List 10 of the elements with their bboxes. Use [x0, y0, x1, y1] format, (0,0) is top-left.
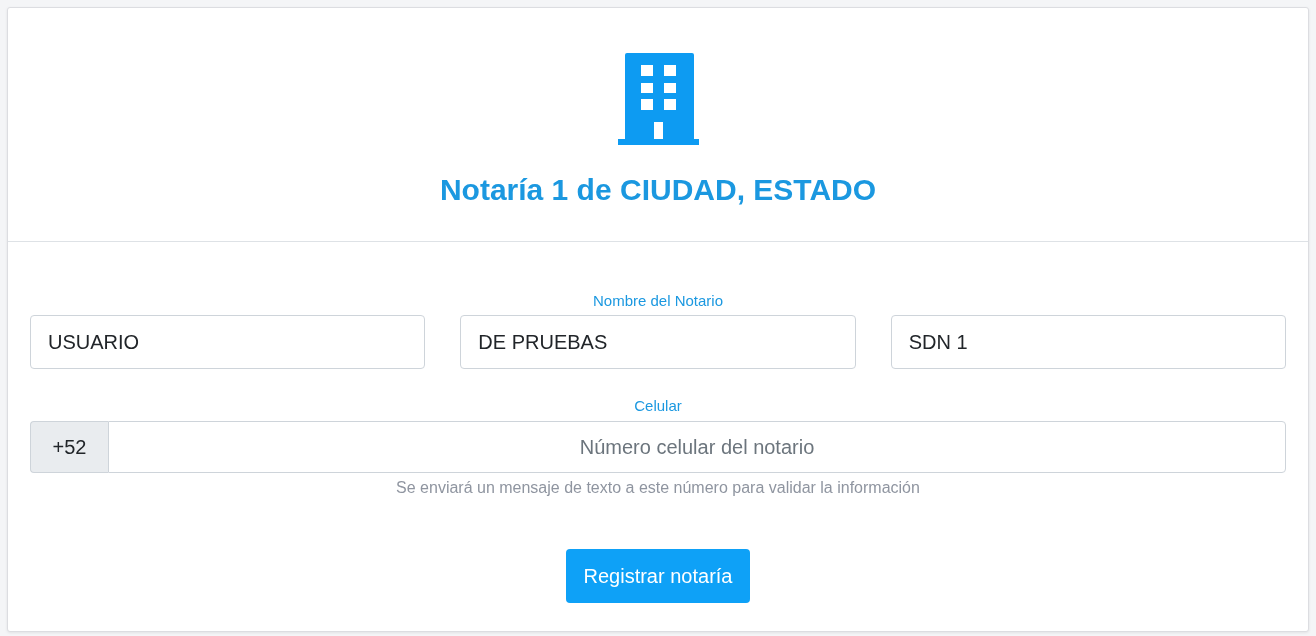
- help-text: Se enviará un mensaje de texto a este número para validar la información: [396, 478, 920, 498]
- phone-input-field[interactable]: Número celular del notario: [108, 421, 1286, 473]
- notary-title: Notaría 1 de CIUDAD, ESTADO: [439, 172, 877, 208]
- name-input-field[interactable]: SDN 1: [890, 315, 1286, 369]
- field-label: Celular: [634, 397, 682, 415]
- name-input-field[interactable]: DE PRUEBAS: [460, 315, 856, 369]
- field-label: Nombre del Notario: [592, 292, 724, 310]
- country-code-prefix: +52: [30, 421, 108, 473]
- building-icon: [617, 53, 699, 145]
- name-input-field[interactable]: USUARIO: [30, 315, 426, 369]
